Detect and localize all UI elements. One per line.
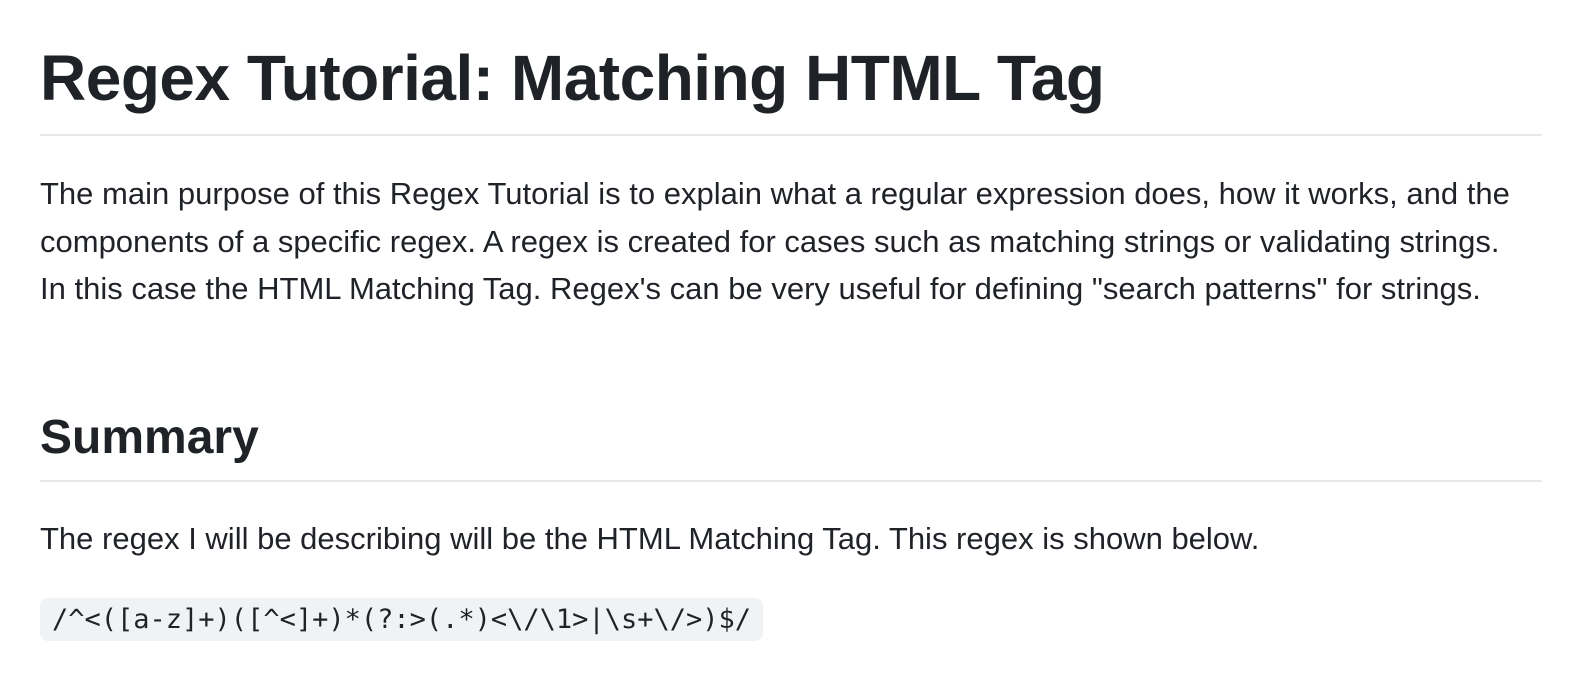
- regex-code-block: /^<([a-z]+)([^<]+)*(?:>(.*)<\/\1>|\s+\/>…: [40, 598, 763, 641]
- page-title: Regex Tutorial: Matching HTML Tag: [40, 42, 1105, 114]
- summary-divider: [40, 480, 1542, 482]
- summary-paragraph: The regex I will be describing will be t…: [40, 521, 1260, 556]
- title-divider: [40, 134, 1542, 136]
- intro-paragraph: The main purpose of this Regex Tutorial …: [40, 176, 1510, 306]
- summary-heading: Summary: [40, 411, 259, 464]
- markdown-document: Regex Tutorial: Matching HTML Tag The ma…: [0, 0, 1580, 692]
